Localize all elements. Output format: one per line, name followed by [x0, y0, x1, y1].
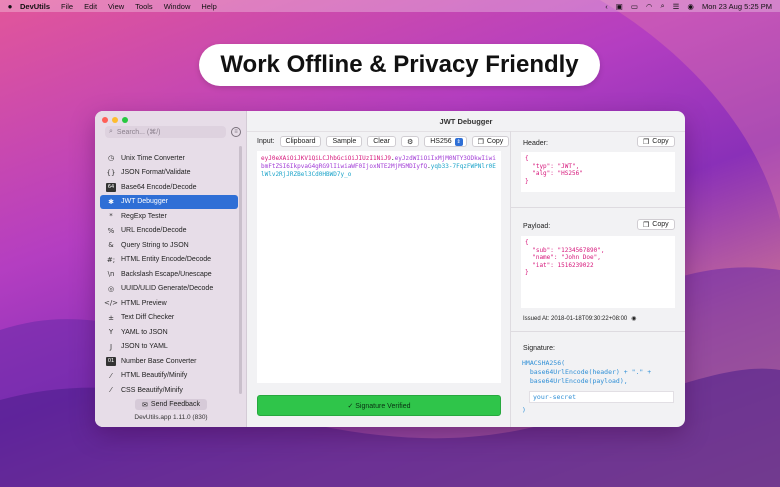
siri-icon[interactable]: ◉: [687, 2, 694, 11]
promo-banner: Work Offline & Privacy Friendly: [199, 44, 600, 86]
algorithm-value: HS256: [430, 138, 452, 145]
menu-extras: ‹ ▣ ▭ ◠ ⌕ ☰ ◉ Mon 23 Aug 5:25 PM: [605, 0, 772, 12]
signature-code: HMACSHA256( base64UrlEncode(header) + ".…: [522, 359, 652, 385]
clipboard-button[interactable]: Clipboard: [279, 136, 322, 147]
search-menu-icon[interactable]: ⌕: [660, 1, 664, 11]
input-label: Input:: [257, 138, 275, 145]
sample-button[interactable]: Sample: [326, 136, 363, 147]
signature-label: Signature:: [523, 345, 555, 352]
menu-bar: ● DevUtils File Edit View Tools Window H…: [0, 0, 780, 12]
eye-icon[interactable]: ◉: [631, 315, 636, 322]
header-copy-button[interactable]: ❐ Copy: [637, 136, 675, 147]
menu-view[interactable]: View: [108, 2, 124, 11]
menu-window[interactable]: Window: [164, 2, 191, 11]
menu-clock[interactable]: Mon 23 Aug 5:25 PM: [702, 2, 772, 11]
devutils-status-icon[interactable]: ▣: [616, 2, 623, 11]
header-separator: [511, 207, 685, 208]
copy-icon: ❐: [643, 138, 650, 146]
payload-separator: [511, 331, 685, 332]
signature-closing: ): [522, 406, 526, 414]
apple-icon[interactable]: ●: [0, 2, 20, 11]
jwt-input[interactable]: eyJ0eXAiOiJKV1QiLCJhbGciOiJIUzI1NiJ9.eyJ…: [257, 151, 501, 383]
clear-button[interactable]: Clear: [367, 136, 396, 147]
wifi-icon[interactable]: ◠: [646, 2, 653, 11]
battery-icon[interactable]: ▭: [631, 2, 638, 11]
input-toolbar: Input: Clipboard Sample Clear ⚙ HS256 ⇕ …: [257, 136, 510, 147]
menu-tools[interactable]: Tools: [135, 2, 153, 11]
control-center-icon[interactable]: ☰: [673, 2, 680, 11]
panel-divider: [510, 131, 511, 427]
menu-help[interactable]: Help: [201, 2, 216, 11]
jwt-content: Input: Clipboard Sample Clear ⚙ HS256 ⇕ …: [95, 111, 685, 427]
algorithm-select[interactable]: HS256 ⇕: [424, 136, 467, 147]
chevron-updown-icon: ⇕: [454, 137, 463, 146]
settings-button[interactable]: ⚙: [400, 136, 420, 147]
payload-json: { "sub": "1234567890", "name": "John Doe…: [521, 236, 675, 308]
secret-input[interactable]: your-secret: [529, 391, 674, 403]
input-copy-button[interactable]: ❐ Copy: [471, 136, 510, 147]
signature-verified-status: ✓ Signature Verified: [257, 395, 501, 416]
issued-at: Issued At: 2018-01-18T09:30:22+08:00 ◉: [523, 315, 637, 323]
menu-file[interactable]: File: [61, 2, 73, 11]
payload-label: Payload:: [523, 223, 551, 230]
header-json: { "typ": "JWT", "alg": "HS256" }: [521, 152, 675, 192]
header-label: Header:: [523, 140, 548, 147]
copy-icon: ❐: [477, 138, 484, 146]
copy-icon: ❐: [643, 221, 650, 229]
gear-icon: ⚙: [406, 138, 414, 146]
menu-edit[interactable]: Edit: [84, 2, 97, 11]
payload-copy-button[interactable]: ❐ Copy: [637, 219, 675, 230]
token-header: eyJ0eXAiOiJKV1QiLCJhbGciOiJIUzI1NiJ9: [261, 155, 392, 162]
chevron-left-icon[interactable]: ‹: [605, 2, 608, 11]
menu-app-name[interactable]: DevUtils: [20, 2, 50, 11]
